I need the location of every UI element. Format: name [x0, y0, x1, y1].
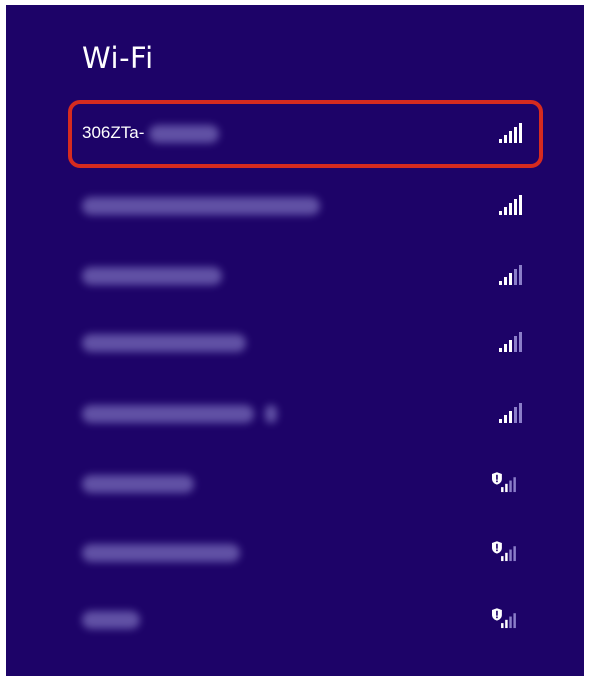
unsecured-signal-icon: [492, 472, 516, 493]
network-name-text: 306ZTa-: [82, 123, 145, 142]
network-item-2[interactable]: [68, 243, 546, 305]
network-name: [82, 473, 194, 493]
network-name: [82, 403, 277, 423]
network-name: [82, 195, 320, 215]
obscured-name-segment: [82, 333, 246, 352]
obscured-name-segment: [82, 266, 222, 285]
network-item-4[interactable]: [68, 381, 546, 443]
obscured-name-segment: [149, 124, 220, 143]
unsecured-signal-icon: [492, 541, 516, 562]
signal-strength-icon: [499, 123, 522, 143]
wifi-flyout-panel: Wi-Fi 306ZTa-: [6, 5, 584, 676]
signal-strength-icon: [499, 265, 522, 285]
network-item-1[interactable]: [68, 173, 546, 235]
obscured-name-segment: [82, 404, 254, 423]
obscured-name-segment: [82, 543, 240, 562]
network-item-6[interactable]: [68, 520, 546, 582]
network-name: [82, 542, 240, 562]
obscured-name-segment: [264, 404, 277, 423]
signal-strength-icon: [499, 195, 522, 215]
obscured-name-segment: [82, 196, 320, 215]
network-item-5[interactable]: [68, 451, 546, 513]
network-name: [82, 265, 222, 285]
signal-strength-icon: [499, 403, 522, 423]
obscured-name-segment: [82, 610, 140, 629]
network-name: [82, 332, 246, 352]
network-item-0[interactable]: 306ZTa-: [68, 100, 543, 168]
network-item-7[interactable]: [68, 587, 546, 649]
obscured-name-segment: [82, 474, 194, 493]
network-name: 306ZTa-: [82, 123, 220, 143]
network-item-3[interactable]: [68, 310, 546, 372]
panel-title: Wi-Fi: [82, 41, 154, 75]
signal-strength-icon: [499, 332, 522, 352]
unsecured-signal-icon: [492, 608, 516, 629]
network-name: [82, 609, 140, 629]
